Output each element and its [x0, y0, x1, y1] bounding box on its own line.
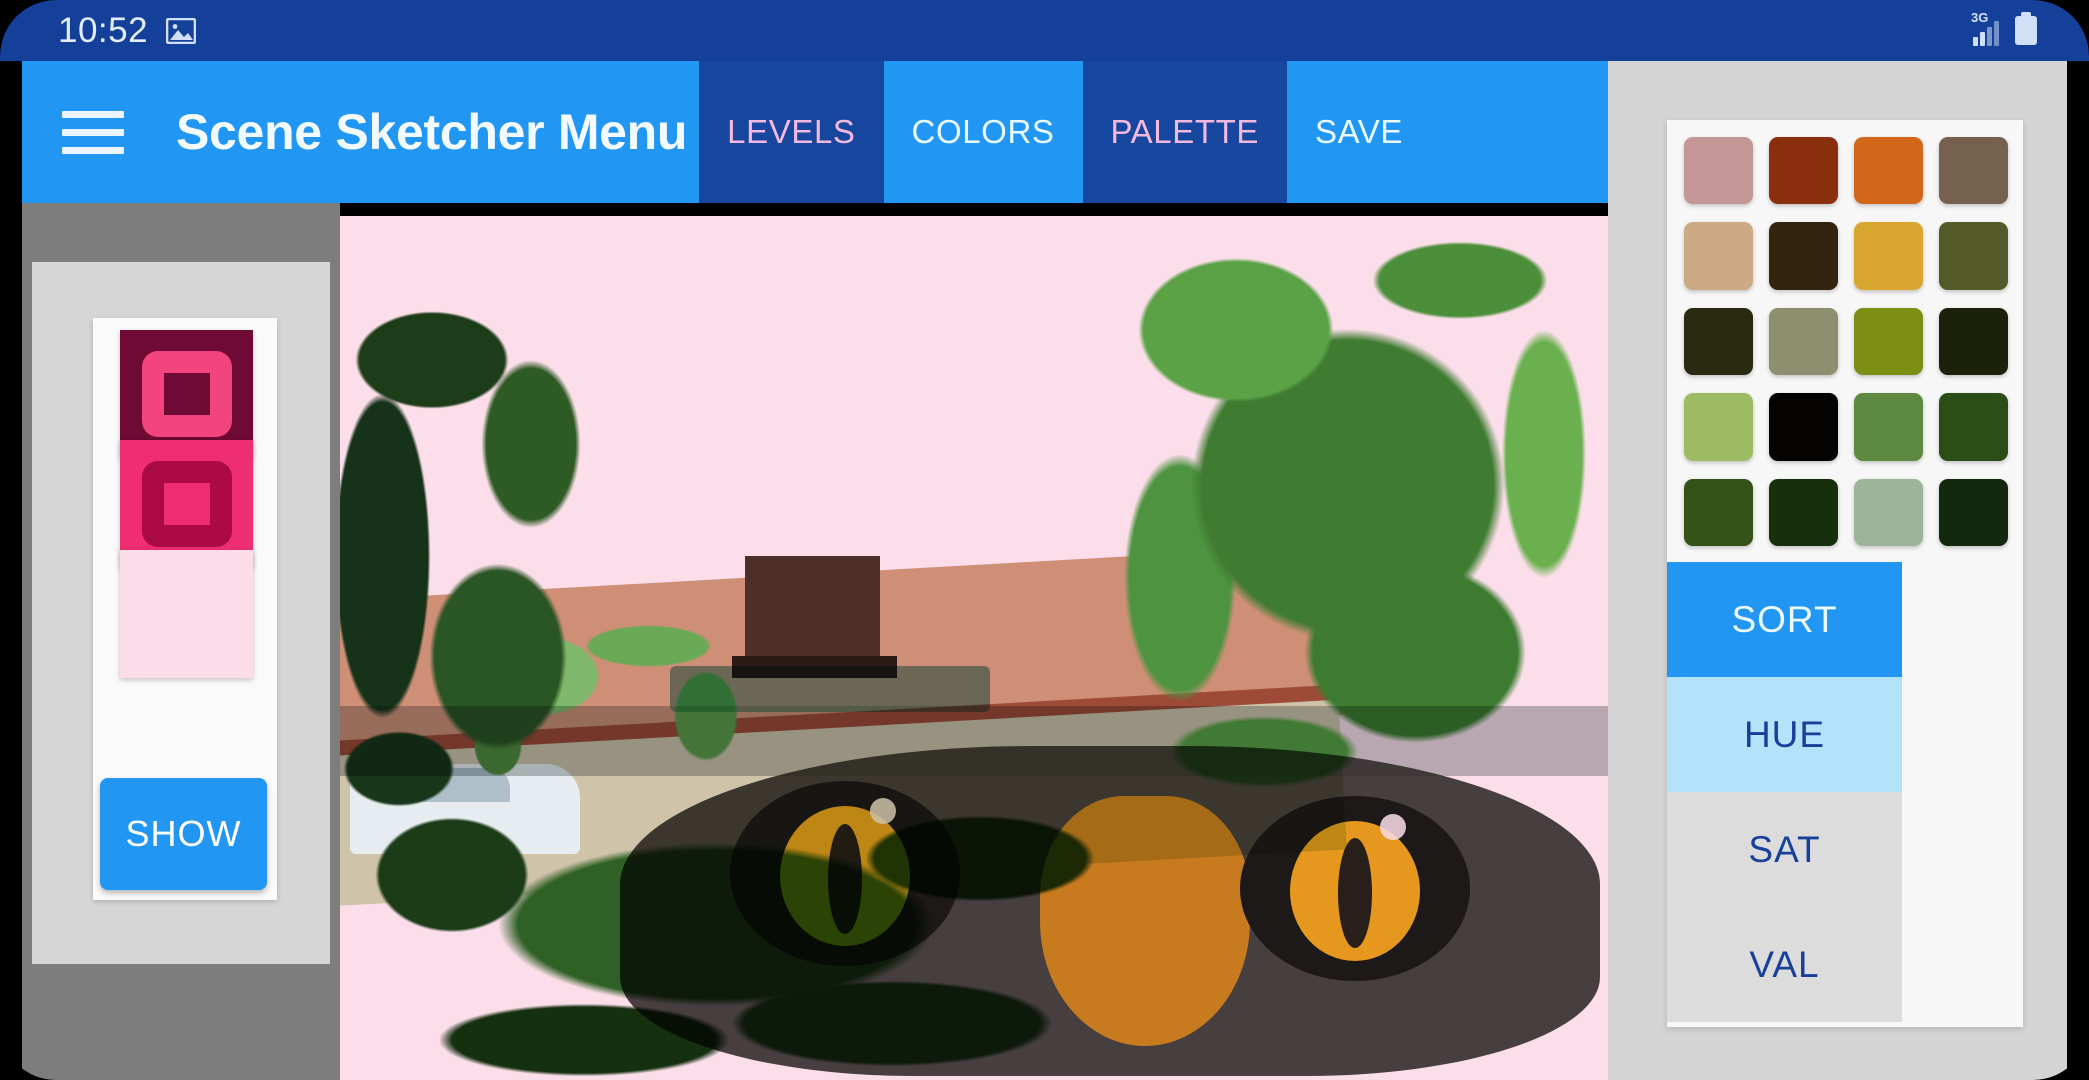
signal-bar-2 [1980, 31, 1985, 46]
sort-option-val[interactable]: VAL [1667, 907, 1902, 1022]
scene-cat-pupil-left [828, 824, 862, 934]
status-indicators: 3G [1971, 10, 2037, 46]
menu-button-palette[interactable]: PALETTE [1082, 61, 1287, 203]
app-bar: Scene Sketcher Menu LEVELS COLORS PALETT… [22, 61, 1610, 203]
scene-cat-muzzle [1040, 796, 1250, 1046]
signal-bar-4 [1994, 20, 1999, 46]
menu-button-save[interactable]: SAVE [1287, 61, 1431, 203]
app-bar-actions: LEVELS COLORS PALETTE SAVE [699, 61, 1431, 203]
palette-swatch-16[interactable] [1684, 478, 1753, 546]
scene-cat-pupil-right [1338, 838, 1372, 948]
menu-button-colors[interactable]: COLORS [884, 61, 1083, 203]
sort-option-sat[interactable]: SAT [1667, 792, 1902, 907]
signal-bar-1 [1973, 36, 1978, 46]
page-title: Scene Sketcher Menu [176, 104, 688, 160]
palette-swatch-9[interactable] [1769, 307, 1838, 376]
palette-swatch-5[interactable] [1769, 222, 1838, 290]
hamburger-line-2 [62, 128, 124, 136]
palette-swatch-17[interactable] [1769, 478, 1838, 546]
level-swatch-light[interactable] [120, 550, 253, 678]
scene-cat-teal-band [670, 666, 990, 712]
palette-swatch-10[interactable] [1854, 307, 1923, 376]
palette-swatch-8[interactable] [1684, 307, 1753, 376]
menu-button-levels[interactable]: LEVELS [699, 61, 884, 203]
show-button[interactable]: SHOW [100, 778, 267, 890]
palette-swatch-12[interactable] [1684, 393, 1753, 461]
palette-swatch-6[interactable] [1854, 222, 1923, 290]
palette-swatch-14[interactable] [1854, 393, 1923, 461]
battery-icon [2015, 12, 2037, 45]
hamburger-menu-icon[interactable] [62, 100, 142, 164]
palette-swatch-18[interactable] [1854, 478, 1923, 546]
palette-swatch-0[interactable] [1684, 137, 1753, 205]
palette-swatch-19[interactable] [1939, 478, 2008, 546]
network-type-label: 3G [1971, 9, 1989, 25]
scene-cat-glint-left [870, 798, 896, 824]
palette-swatch-3[interactable] [1939, 137, 2008, 205]
hamburger-line-3 [62, 146, 124, 154]
palette-swatch-2[interactable] [1854, 137, 1923, 205]
device-frame: 10:52 3G Scene Sketcher Menu LEVELS COLO… [0, 0, 2089, 1080]
sort-button[interactable]: SORT [1667, 562, 1902, 677]
status-clock: 10:52 [58, 10, 149, 50]
signal-bar-3 [1987, 26, 1992, 46]
palette-swatch-13[interactable] [1769, 393, 1838, 461]
sort-option-hue[interactable]: HUE [1667, 677, 1902, 792]
scene-preview-canvas[interactable] [340, 216, 1608, 1080]
signal-bars-icon: 3G [1971, 10, 1999, 46]
palette-swatch-1[interactable] [1769, 137, 1838, 205]
level-swatch-dark[interactable] [120, 330, 253, 458]
palette-swatch-11[interactable] [1939, 307, 2008, 376]
palette-grid[interactable] [1672, 124, 2020, 559]
level-swatch-dark-ring [142, 351, 232, 437]
palette-swatch-15[interactable] [1939, 393, 2008, 461]
level-swatch-mid[interactable] [120, 440, 253, 568]
palette-swatch-7[interactable] [1939, 222, 2008, 290]
scene-cat-overlay [340, 646, 1608, 1080]
hamburger-line-1 [62, 110, 124, 118]
palette-swatch-4[interactable] [1684, 222, 1753, 290]
level-swatch-mid-ring [142, 461, 232, 547]
status-bar: 10:52 3G [0, 0, 2089, 61]
sort-controls: SORT HUE SAT VAL [1667, 562, 1902, 1027]
scene-cat-glint-right [1380, 814, 1406, 840]
image-icon [166, 17, 197, 44]
